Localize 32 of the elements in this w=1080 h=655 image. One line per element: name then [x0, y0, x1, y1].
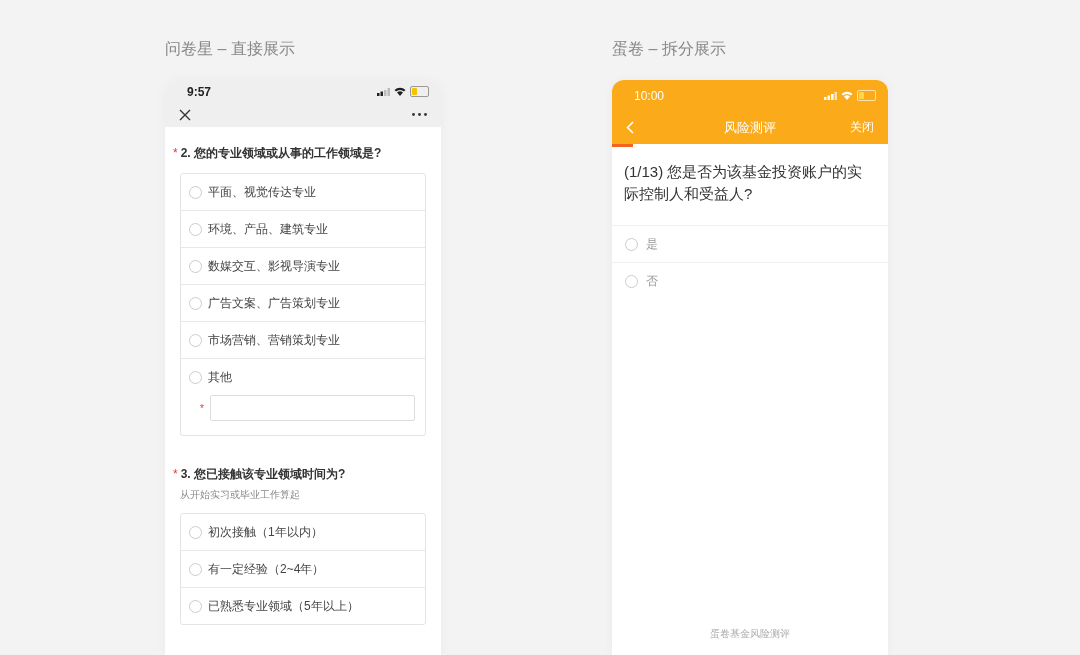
- battery-icon: [410, 86, 429, 98]
- option-label[interactable]: 数媒交互、影视导演专业: [208, 257, 340, 275]
- more-icon[interactable]: [412, 113, 427, 117]
- required-mark: *: [173, 146, 178, 160]
- question-title: (1/13) 您是否为该基金投资账户的实际控制人和受益人?: [623, 162, 864, 204]
- caption: 问卷星 – 直接展示: [165, 39, 296, 59]
- signal-icon: [377, 87, 390, 96]
- required-mark: *: [173, 467, 178, 481]
- wifi-icon: [841, 91, 853, 100]
- signal-icon: [824, 91, 837, 100]
- back-icon[interactable]: [626, 121, 634, 134]
- option-label[interactable]: 初次接触（1年以内）: [208, 523, 323, 541]
- caption: 蛋卷 – 拆分展示: [612, 39, 727, 59]
- option-label[interactable]: 有一定经验（2~4年）: [208, 560, 325, 578]
- question-title: 2. 您的专业领域或从事的工作领域是?: [180, 145, 382, 162]
- close-icon[interactable]: [179, 108, 191, 121]
- option-label[interactable]: 已熟悉专业领域（5年以上）: [208, 597, 359, 615]
- option-label[interactable]: 环境、产品、建筑专业: [208, 220, 328, 238]
- option-label[interactable]: 广告文案、广告策划专业: [208, 294, 340, 312]
- option-label[interactable]: 平面、视觉传达专业: [208, 183, 316, 201]
- status-time: 10:00: [634, 88, 665, 103]
- battery-icon: [857, 90, 876, 101]
- question-title: 3. 您已接触该专业领域时间为?: [180, 466, 346, 483]
- required-mark: *: [200, 402, 204, 414]
- nav-title: 风险测评: [724, 118, 776, 137]
- question-hint: 从开始实习或毕业工作算起: [180, 488, 301, 502]
- wifi-icon: [394, 87, 406, 97]
- status-time: 9:57: [187, 84, 212, 99]
- option-label[interactable]: 市场营销、营销策划专业: [208, 331, 340, 349]
- input-field[interactable]: [209, 395, 415, 421]
- footer-text: 蛋卷基金风险测评: [709, 627, 791, 641]
- option-label[interactable]: 其他: [208, 368, 232, 386]
